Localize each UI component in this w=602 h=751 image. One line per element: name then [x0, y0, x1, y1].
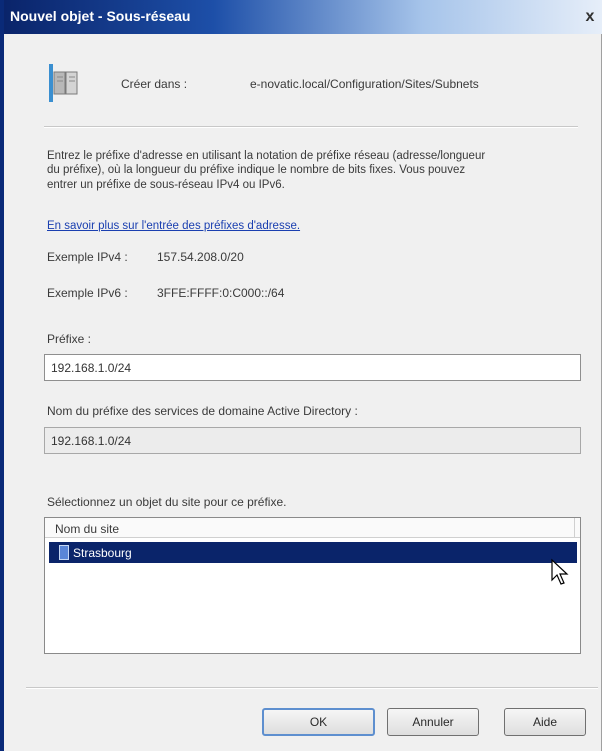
example-ipv6-label: Exemple IPv6 :	[47, 286, 128, 300]
example-ipv6-value: 3FFE:FFFF:0:C000::/64	[157, 286, 285, 300]
description-text: Entrez le préfixe d'adresse en utilisant…	[47, 150, 486, 191]
new-subnet-dialog: Nouvel objet - Sous-réseau x Créer dans …	[0, 0, 602, 751]
prefix-label: Préfixe :	[47, 332, 92, 346]
help-button[interactable]: Aide	[504, 708, 586, 736]
ad-prefix-field	[44, 427, 581, 454]
separator	[44, 126, 578, 128]
site-list-header: Nom du site	[45, 518, 580, 538]
book-icon	[49, 64, 78, 102]
create-in-path: e-novatic.local/Configuration/Sites/Subn…	[250, 77, 479, 91]
close-button[interactable]: x	[582, 8, 598, 26]
example-ipv4-value: 157.54.208.0/20	[157, 250, 244, 264]
example-ipv4-label: Exemple IPv4 :	[47, 250, 128, 264]
site-icon	[59, 545, 69, 560]
mouse-cursor-icon	[551, 558, 569, 585]
column-header-site-name[interactable]: Nom du site	[45, 518, 575, 537]
separator	[26, 687, 598, 689]
create-in-header: Créer dans : e-novatic.local/Configurati…	[48, 62, 588, 104]
prefix-input[interactable]	[44, 354, 581, 381]
site-name: Strasbourg	[73, 546, 132, 560]
cancel-button[interactable]: Annuler	[387, 708, 479, 736]
title-bar[interactable]: Nouvel objet - Sous-réseau x	[4, 0, 602, 34]
site-list-item-strasbourg[interactable]: Strasbourg	[49, 542, 577, 563]
site-list[interactable]: Nom du site Strasbourg	[44, 517, 581, 654]
ad-prefix-label: Nom du préfixe des services de domaine A…	[47, 404, 358, 418]
window-title: Nouvel objet - Sous-réseau	[10, 8, 191, 24]
ok-button[interactable]: OK	[262, 708, 375, 736]
site-select-label: Sélectionnez un objet du site pour ce pr…	[47, 495, 287, 509]
create-in-label: Créer dans :	[121, 77, 188, 91]
help-link-address-prefixes[interactable]: En savoir plus sur l'entrée des préfixes…	[47, 220, 300, 232]
